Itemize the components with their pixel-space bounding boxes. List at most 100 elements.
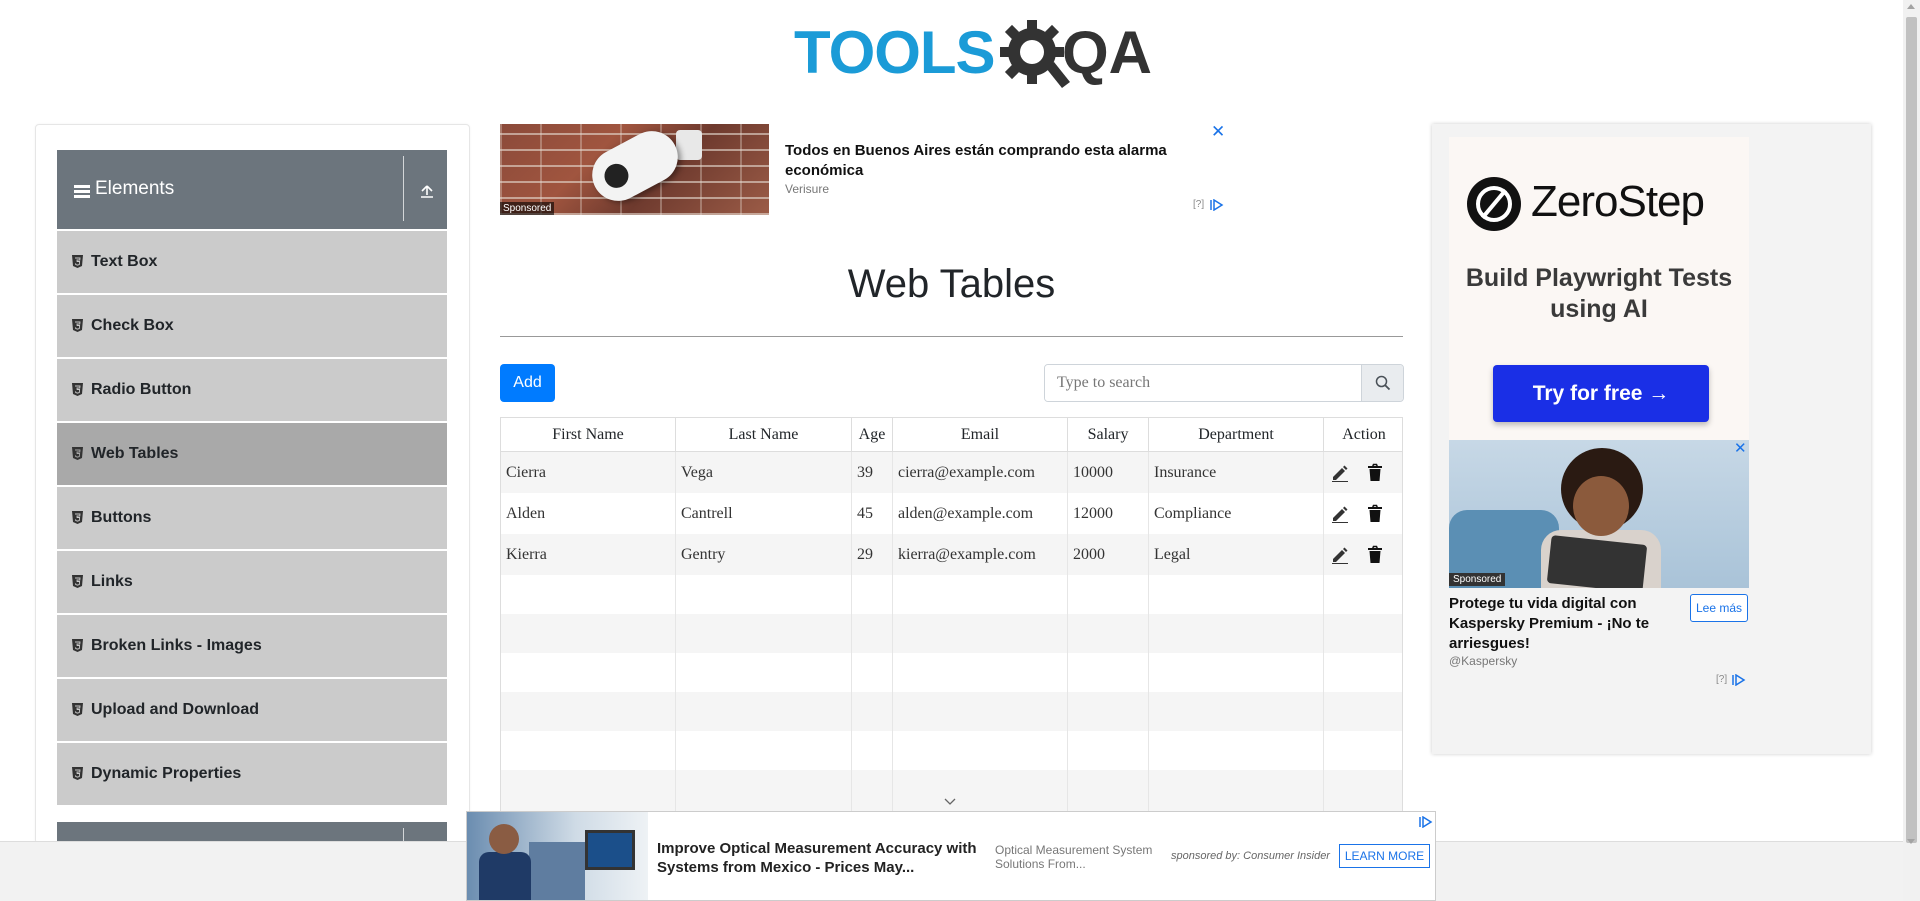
- ad-help-link[interactable]: [?]: [1193, 199, 1204, 210]
- table-row: Alden Cantrell 45 alden@example.com 1200…: [501, 493, 1402, 534]
- ad-title[interactable]: Todos en Buenos Aires están comprando es…: [785, 141, 1225, 181]
- column-header-age[interactable]: Age: [852, 418, 893, 452]
- cell-email: kierra@example.com: [893, 534, 1068, 575]
- html5-icon: [72, 447, 83, 460]
- sidebar-item-text-box[interactable]: Text Box: [57, 231, 447, 293]
- sidebar-item-label: Buttons: [91, 509, 152, 526]
- collapse-up-icon[interactable]: [419, 183, 435, 199]
- cell-last-name: Gentry: [676, 534, 852, 575]
- html5-icon: [72, 511, 83, 524]
- cell-last-name: Vega: [676, 452, 852, 493]
- cell-email: cierra@example.com: [893, 452, 1068, 493]
- sidebar-item-links[interactable]: Links: [57, 551, 447, 613]
- page-scrollbar[interactable]: [1903, 0, 1920, 901]
- right-ad[interactable]: ZeroStep Build Playwright Tests using AI…: [1432, 124, 1871, 754]
- sidebar-item-label: Links: [91, 573, 133, 590]
- sidebar-item-broken-links[interactable]: Broken Links - Images: [57, 615, 447, 677]
- adchoices-icon[interactable]: [1210, 199, 1224, 211]
- adchoices-icon[interactable]: [1419, 816, 1433, 828]
- kaspersky-ad-title[interactable]: Protege tu vida digital con Kaspersky Pr…: [1449, 594, 1687, 654]
- empty-row: [501, 575, 1402, 614]
- bottom-ad-title[interactable]: Improve Optical Measurement Accuracy wit…: [657, 839, 987, 877]
- edit-icon[interactable]: [1331, 546, 1349, 564]
- web-table: First Name Last Name Age Email Salary De…: [500, 417, 1403, 817]
- sidebar-item-dynamic-properties[interactable]: Dynamic Properties: [57, 743, 447, 805]
- html5-icon: [72, 639, 83, 652]
- cell-last-name: Cantrell: [676, 493, 852, 534]
- logo-text-qa: QA: [1062, 19, 1152, 86]
- gear-icon: [1000, 20, 1070, 88]
- search-input[interactable]: [1045, 365, 1361, 401]
- delete-icon[interactable]: [1367, 545, 1383, 564]
- cell-age: 29: [852, 534, 893, 575]
- table-header: First Name Last Name Age Email Salary De…: [501, 418, 1402, 452]
- search-box: [1044, 364, 1404, 402]
- sidebar-item-buttons[interactable]: Buttons: [57, 487, 447, 549]
- html5-icon: [72, 255, 83, 268]
- scroll-up-arrow-icon[interactable]: [1907, 4, 1915, 9]
- html5-icon: [72, 319, 83, 332]
- column-header-first-name[interactable]: First Name: [501, 418, 676, 452]
- sidebar-item-radio-button[interactable]: Radio Button: [57, 359, 447, 421]
- empty-row: [501, 614, 1402, 653]
- empty-row: [501, 770, 1402, 816]
- try-for-free-button[interactable]: Try for free →: [1493, 365, 1709, 422]
- cell-department: Legal: [1149, 534, 1324, 575]
- kaspersky-ad-source: @Kaspersky: [1449, 654, 1518, 668]
- cell-age: 45: [852, 493, 893, 534]
- ad-close-button[interactable]: ✕: [1734, 439, 1747, 457]
- zerostep-ad[interactable]: ZeroStep Build Playwright Tests using AI…: [1449, 137, 1749, 449]
- sidebar-item-label: Check Box: [91, 317, 174, 334]
- html5-icon: [72, 383, 83, 396]
- column-header-last-name[interactable]: Last Name: [676, 418, 852, 452]
- sidebar-item-upload-download[interactable]: Upload and Download: [57, 679, 447, 741]
- lee-mas-button[interactable]: Lee más: [1690, 594, 1748, 622]
- toolsqa-logo[interactable]: TOOLS QA: [790, 14, 1152, 92]
- sidebar-item-web-tables[interactable]: Web Tables: [57, 423, 447, 485]
- cell-salary: 12000: [1068, 493, 1149, 534]
- sidebar-item-label: Radio Button: [91, 381, 192, 398]
- sidebar-item-label: Web Tables: [91, 445, 179, 462]
- column-header-email[interactable]: Email: [893, 418, 1068, 452]
- sponsored-label: Sponsored: [500, 202, 555, 215]
- logo-text-tools: TOOLS: [794, 19, 996, 86]
- zerostep-headline: Build Playwright Tests using AI: [1465, 264, 1733, 323]
- sidebar-group-elements[interactable]: Elements: [57, 150, 447, 229]
- title-divider: [500, 336, 1403, 337]
- scroll-down-arrow-icon[interactable]: [1907, 839, 1915, 844]
- ad-close-button[interactable]: ✕: [1211, 122, 1225, 142]
- empty-row: [501, 731, 1402, 770]
- edit-icon[interactable]: [1331, 505, 1349, 523]
- ad-help-link[interactable]: [?]: [1716, 674, 1727, 685]
- kaspersky-ad-image[interactable]: [1449, 440, 1749, 588]
- chevron-down-icon[interactable]: [943, 796, 957, 806]
- column-header-action[interactable]: Action: [1324, 418, 1402, 452]
- table-row: Kierra Gentry 29 kierra@example.com 2000…: [501, 534, 1402, 575]
- add-button[interactable]: Add: [500, 364, 555, 402]
- page: TOOLS QA Elements Text Box Check Box Rad…: [0, 0, 1920, 901]
- sidebar-item-label: Broken Links - Images: [91, 637, 262, 654]
- sidebar-item-check-box[interactable]: Check Box: [57, 295, 447, 357]
- column-header-department[interactable]: Department: [1149, 418, 1324, 452]
- search-button[interactable]: [1361, 365, 1403, 401]
- bottom-ad-sponsor: sponsored by: Consumer Insider: [1171, 850, 1330, 862]
- delete-icon[interactable]: [1367, 504, 1383, 523]
- table-row: Cierra Vega 39 cierra@example.com 10000 …: [501, 452, 1402, 493]
- learn-more-button[interactable]: LEARN MORE: [1339, 844, 1430, 868]
- top-ad[interactable]: Sponsored Todos en Buenos Aires están co…: [500, 122, 1230, 215]
- html5-icon: [72, 575, 83, 588]
- cell-first-name: Cierra: [501, 452, 676, 493]
- ad-image[interactable]: Sponsored: [500, 124, 769, 215]
- adchoices-icon[interactable]: [1732, 674, 1746, 686]
- zerostep-logo-icon: [1467, 177, 1521, 231]
- sponsored-label: Sponsored: [1449, 573, 1506, 586]
- scroll-thumb[interactable]: [1906, 17, 1917, 843]
- bottom-ad[interactable]: Improve Optical Measurement Accuracy wit…: [466, 811, 1436, 901]
- sidebar-item-label: Text Box: [91, 253, 158, 270]
- bottom-ad-image[interactable]: [467, 812, 648, 900]
- edit-icon[interactable]: [1331, 464, 1349, 482]
- column-header-salary[interactable]: Salary: [1068, 418, 1149, 452]
- sidebar: Elements Text Box Check Box Radio Button: [35, 124, 470, 844]
- cell-department: Compliance: [1149, 493, 1324, 534]
- delete-icon[interactable]: [1367, 463, 1383, 482]
